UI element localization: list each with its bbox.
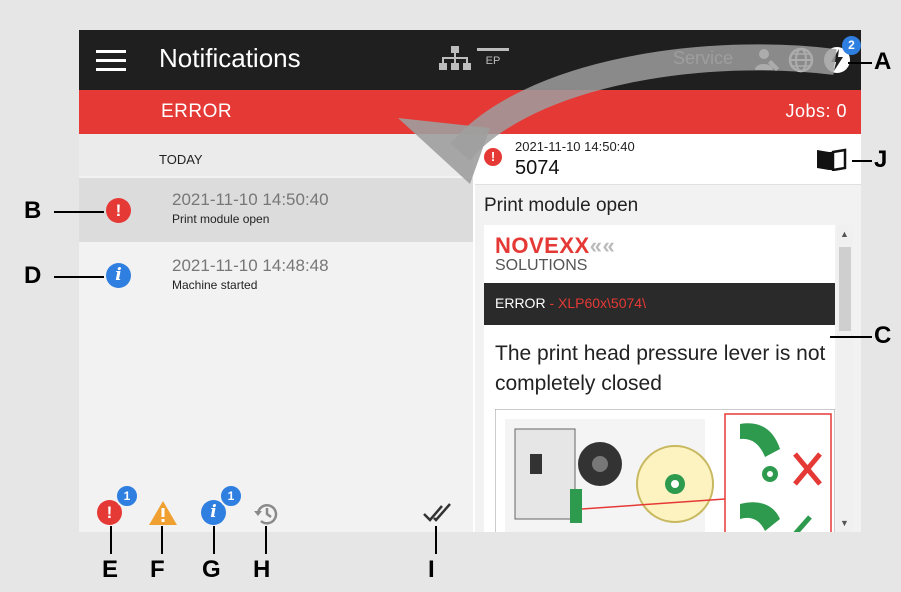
hamburger-menu-icon[interactable]: [96, 50, 126, 72]
filter-info-button[interactable]: i 1: [201, 484, 243, 525]
notification-time: 2021-11-10 14:50:40: [172, 190, 329, 209]
mark-all-read-icon[interactable]: [422, 502, 456, 524]
error-status-label: ERROR: [161, 101, 233, 122]
warning-filter-icon[interactable]: [148, 500, 178, 526]
callout-label-h: H: [253, 556, 271, 583]
info-count-badge: 1: [219, 484, 243, 508]
error-icon: !: [106, 198, 131, 223]
callout-line-g: [213, 526, 215, 554]
detail-body: Print module open NOVEXX«« SOLUTIONS ERR…: [475, 185, 861, 532]
callout-line-e: [110, 526, 112, 554]
history-icon[interactable]: [251, 500, 281, 528]
callout-label-f: F: [150, 556, 165, 583]
print-module-illustration: [495, 409, 835, 532]
callout-line-i: [435, 526, 437, 554]
callout-label-a: A: [874, 48, 892, 75]
notification-message: Machine started: [172, 278, 258, 292]
section-label-today: TODAY: [159, 152, 203, 167]
notification-message: Print module open: [172, 212, 270, 226]
page-title: Notifications: [159, 43, 301, 73]
callout-label-g: G: [202, 556, 221, 583]
notification-time: 2021-11-10 14:48:48: [172, 256, 329, 275]
error-count-badge: 1: [115, 484, 139, 508]
scroll-down-icon[interactable]: ▼: [840, 518, 849, 528]
brand-logo: NOVEXX««: [495, 233, 616, 258]
detail-title: Print module open: [484, 195, 639, 216]
document-error-bar: ERROR - XLP60x\5074\: [484, 283, 835, 325]
notification-detail-panel: ! 2021-11-10 14:50:40 5074 Print module …: [475, 134, 861, 532]
document-error-path: - XLP60x\5074\: [545, 295, 646, 311]
notification-list-panel: TODAY ! 2021-11-10 14:50:40 Print module…: [79, 134, 473, 532]
info-icon: i: [106, 263, 131, 288]
callout-line-f: [161, 526, 163, 554]
callout-label-b: B: [24, 197, 42, 224]
callout-label-e: E: [102, 556, 119, 583]
callout-arrow-a: [398, 44, 837, 184]
callout-line-b: [54, 211, 104, 213]
document-description: The print head pressure lever is not com…: [495, 342, 826, 395]
notification-item-info[interactable]: i 2021-11-10 14:48:48 Machine started: [79, 244, 473, 308]
callout-line-d: [54, 276, 104, 278]
callout-line-a: [848, 62, 872, 64]
callout-label-d: D: [24, 262, 42, 289]
callout-label-i: I: [428, 556, 435, 583]
document-error-label: ERROR - XLP60x\5074\: [495, 295, 646, 311]
help-document: NOVEXX«« SOLUTIONS ERROR - XLP60x\5074\ …: [484, 225, 835, 532]
callout-line-j: [852, 160, 872, 162]
filter-errors-button[interactable]: ! 1: [97, 484, 139, 525]
callout-label-j: J: [874, 146, 888, 173]
callout-line-h: [265, 526, 267, 554]
brand-subtitle: SOLUTIONS: [495, 257, 588, 274]
scrollbar-thumb[interactable]: [839, 247, 851, 331]
callout-line-c: [830, 336, 872, 338]
scroll-up-icon[interactable]: ▲: [840, 229, 849, 239]
callout-label-c: C: [874, 322, 892, 349]
